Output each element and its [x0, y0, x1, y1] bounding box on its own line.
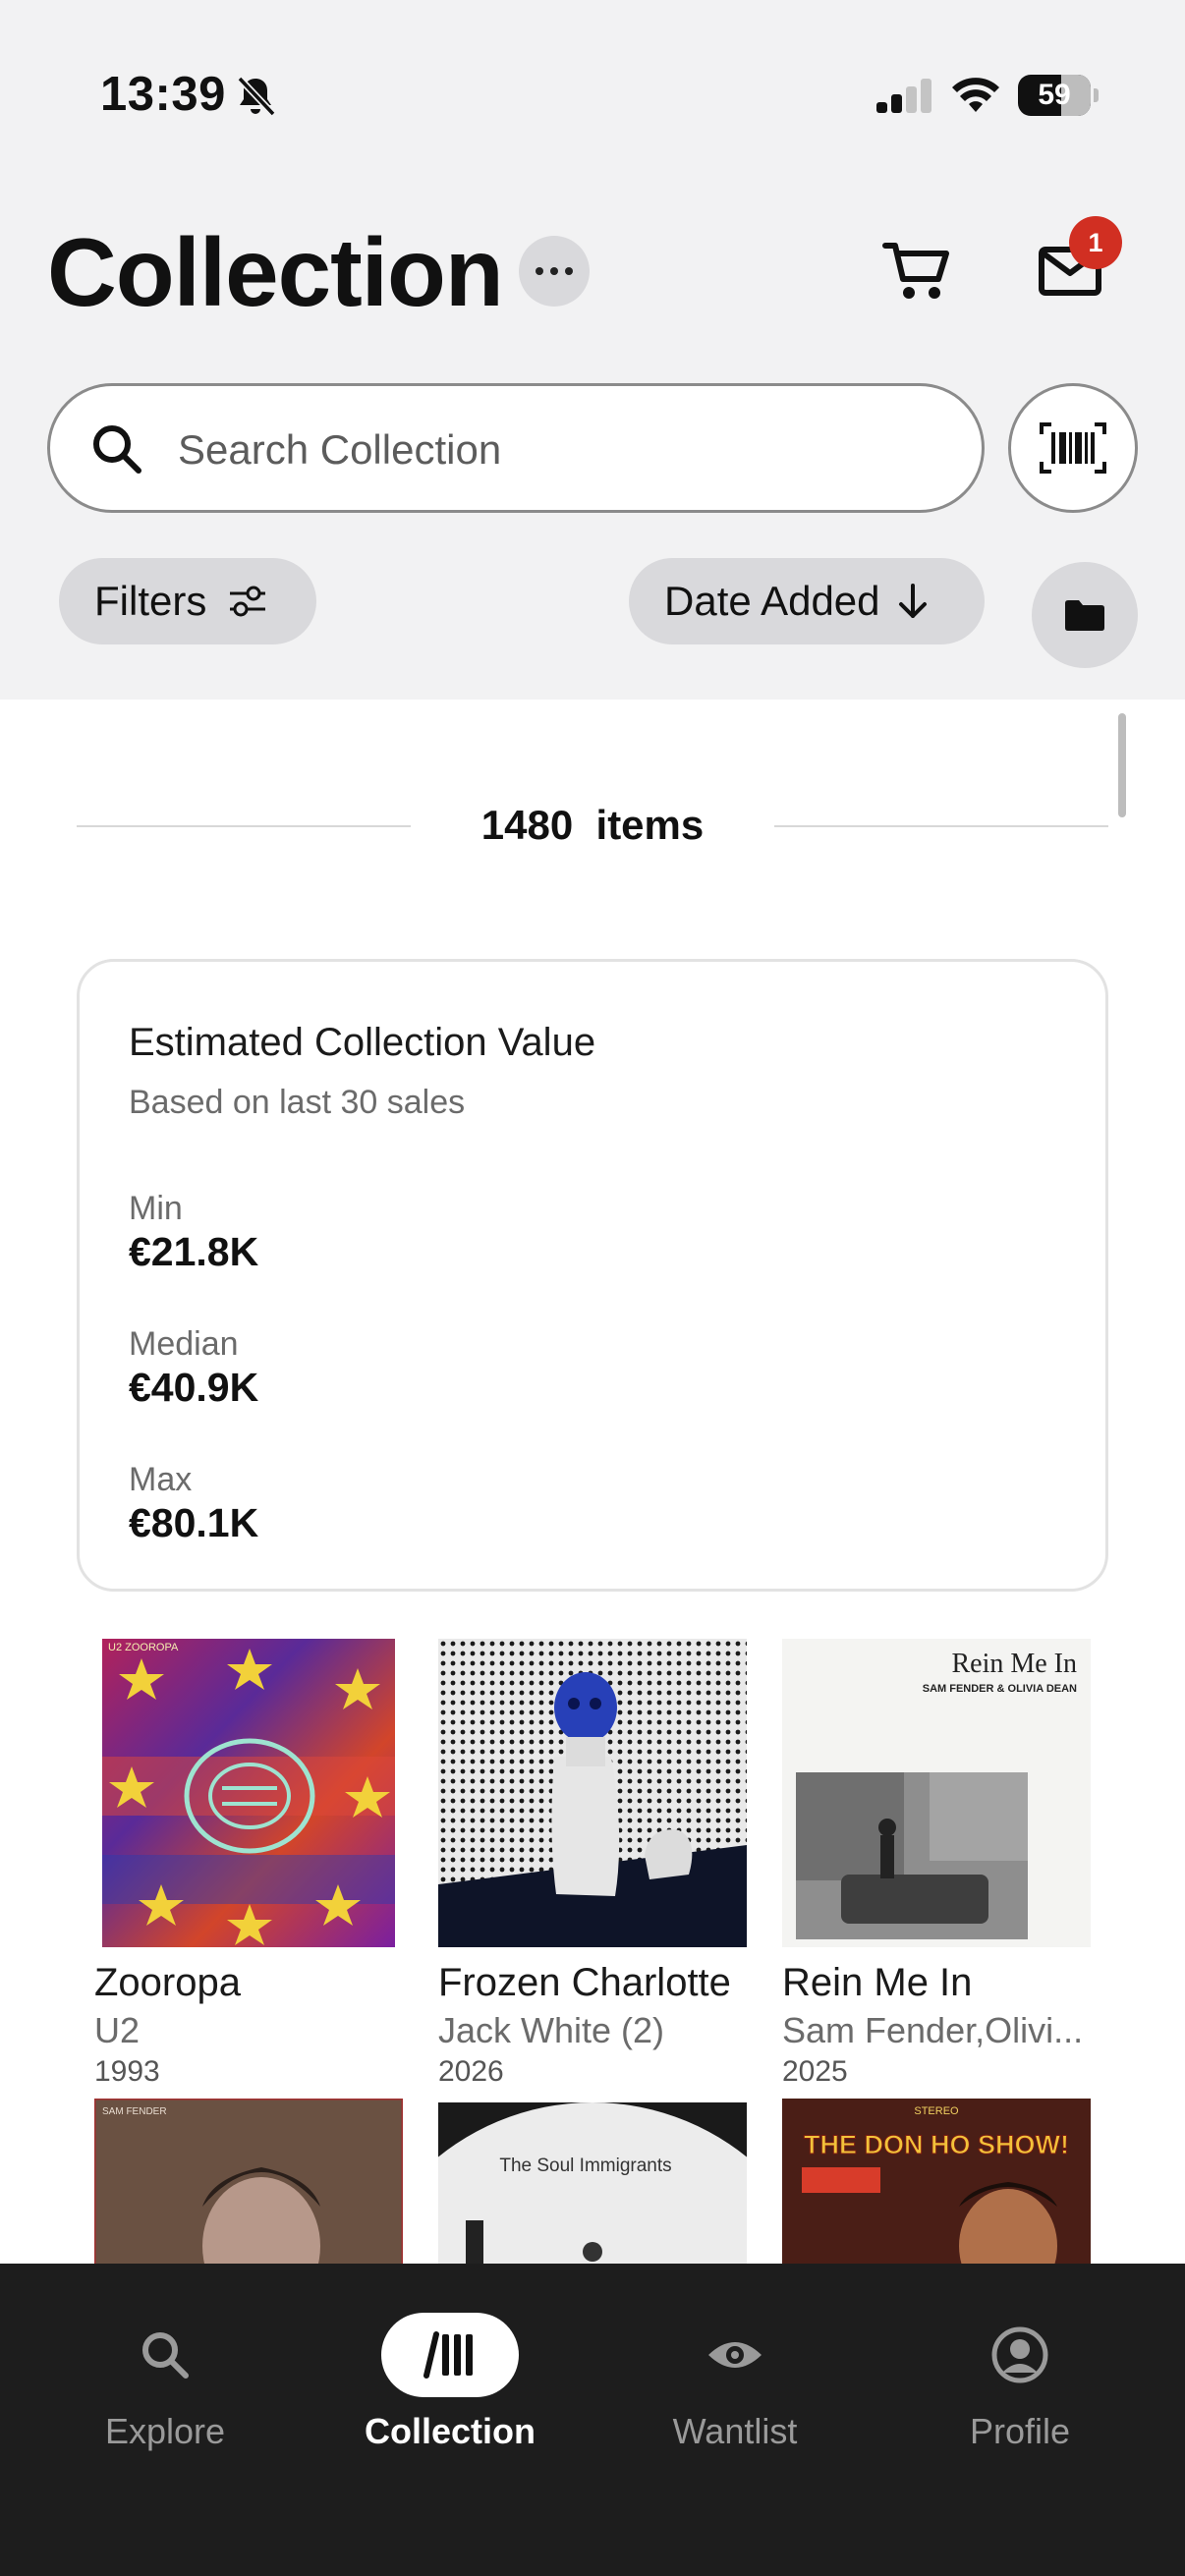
- sliders-icon: [230, 586, 266, 617]
- record-year: 2026: [438, 2055, 504, 2088]
- min-label: Min: [129, 1190, 183, 1227]
- value-card-subtitle: Based on last 30 sales: [129, 1084, 466, 1121]
- tab-profile[interactable]: Profile: [902, 2297, 1138, 2474]
- barcode-scan-button[interactable]: [1008, 383, 1138, 513]
- scrollbar[interactable]: [1118, 713, 1126, 817]
- arrow-down-icon: [898, 584, 927, 618]
- bottom-tab-bar: Explore Collection Wantlist Profile: [0, 2264, 1185, 2576]
- record-year: 1993: [94, 2055, 160, 2088]
- tab-collection[interactable]: Collection: [332, 2297, 568, 2474]
- record-card[interactable]: STEREO THE DON HO SHOW!: [782, 2099, 1091, 2264]
- median-value: €40.9K: [129, 1365, 259, 1410]
- svg-text:THE DON HO SHOW!: THE DON HO SHOW!: [804, 2130, 1069, 2159]
- svg-text:Rein Me In: Rein Me In: [951, 1649, 1077, 1679]
- svg-text:SAM FENDER: SAM FENDER: [102, 2106, 167, 2117]
- median-label: Median: [129, 1325, 239, 1363]
- status-bar: 13:39 59: [0, 0, 1185, 187]
- min-value: €21.8K: [129, 1229, 259, 1274]
- record-artist: Sam Fender,Olivi...: [782, 2010, 1084, 2050]
- collection-value-card[interactable]: Estimated Collection Value Based on last…: [77, 959, 1108, 1592]
- sort-button[interactable]: Date Added: [629, 558, 985, 644]
- album-cover: U2 ZOOROPA: [102, 1639, 395, 1947]
- record-year: 2025: [782, 2055, 848, 2088]
- album-cover: [438, 1639, 747, 1947]
- status-time: 13:39: [100, 68, 226, 121]
- collection-list[interactable]: 1480 items Estimated Collection Value Ba…: [0, 700, 1185, 2264]
- profile-icon: [991, 2326, 1048, 2383]
- value-card-title: Estimated Collection Value: [129, 1021, 596, 1064]
- record-card-frozen-charlotte[interactable]: Frozen Charlotte Jack White (2) 2026: [438, 1639, 762, 2100]
- max-value: €80.1K: [129, 1500, 259, 1545]
- record-card-zooropa[interactable]: U2 ZOOROPA Zooropa U2 1993: [94, 1639, 419, 2100]
- tab-wantlist[interactable]: Wantlist: [617, 2297, 853, 2474]
- search-input[interactable]: [178, 416, 944, 484]
- album-cover: STEREO THE DON HO SHOW!: [782, 2099, 1091, 2264]
- svg-text:STEREO: STEREO: [914, 2105, 959, 2117]
- album-cover: SAM FENDER: [94, 2099, 403, 2264]
- svg-text:SAM FENDER & OLIVIA DEAN: SAM FENDER & OLIVIA DEAN: [923, 1683, 1077, 1695]
- folders-button[interactable]: [1032, 562, 1138, 668]
- svg-text:The Soul Immigrants: The Soul Immigrants: [499, 2156, 671, 2176]
- eye-icon: [708, 2342, 762, 2368]
- mail-unread-badge: 1: [1069, 216, 1122, 269]
- battery-level: 59: [1038, 79, 1071, 111]
- search-icon: [142, 2332, 189, 2379]
- filters-label: Filters: [94, 578, 207, 624]
- search-bar[interactable]: [47, 383, 985, 513]
- cellular-signal-icon: [876, 79, 931, 113]
- item-count: 1480 items: [480, 802, 705, 848]
- bell-off-icon: [237, 76, 276, 117]
- filters-button[interactable]: Filters: [59, 558, 316, 644]
- record-artist: Jack White (2): [438, 2010, 665, 2050]
- battery-indicator: 59: [1018, 75, 1099, 116]
- record-card-rein-me-in[interactable]: Rein Me In SAM FENDER & OLIVIA DEAN Rein…: [782, 1639, 1106, 2100]
- sort-label: Date Added: [664, 578, 880, 624]
- record-title: Rein Me In: [782, 1961, 973, 2004]
- cart-icon[interactable]: [879, 236, 956, 307]
- svg-text:U2 ZOOROPA: U2 ZOOROPA: [108, 1642, 179, 1653]
- barcode-icon: [1040, 422, 1106, 474]
- record-artist: U2: [94, 2010, 141, 2050]
- more-options-button[interactable]: [519, 236, 590, 307]
- record-card[interactable]: The Soul Immigrants: [438, 2102, 747, 2264]
- album-cover: The Soul Immigrants: [438, 2102, 747, 2264]
- album-cover: Rein Me In SAM FENDER & OLIVIA DEAN: [782, 1639, 1091, 1947]
- collection-icon: [423, 2331, 473, 2379]
- search-icon: [93, 425, 141, 474]
- tab-label: Wantlist: [672, 2411, 798, 2451]
- tab-explore[interactable]: Explore: [47, 2297, 283, 2474]
- record-title: Frozen Charlotte: [438, 1961, 731, 2004]
- item-count-row: 1480 items: [77, 788, 1108, 867]
- page-title: Collection: [47, 218, 504, 326]
- tab-label: Collection: [364, 2411, 536, 2451]
- folder-icon: [1065, 600, 1104, 631]
- tab-label: Explore: [104, 2411, 226, 2451]
- max-label: Max: [129, 1461, 193, 1498]
- wifi-icon: [952, 78, 999, 112]
- record-card[interactable]: SAM FENDER: [94, 2099, 403, 2264]
- record-title: Zooropa: [94, 1961, 241, 2004]
- tab-label: Profile: [969, 2411, 1071, 2451]
- app-screen: 13:39 59 Collection 1 Search Collection …: [0, 0, 1185, 2576]
